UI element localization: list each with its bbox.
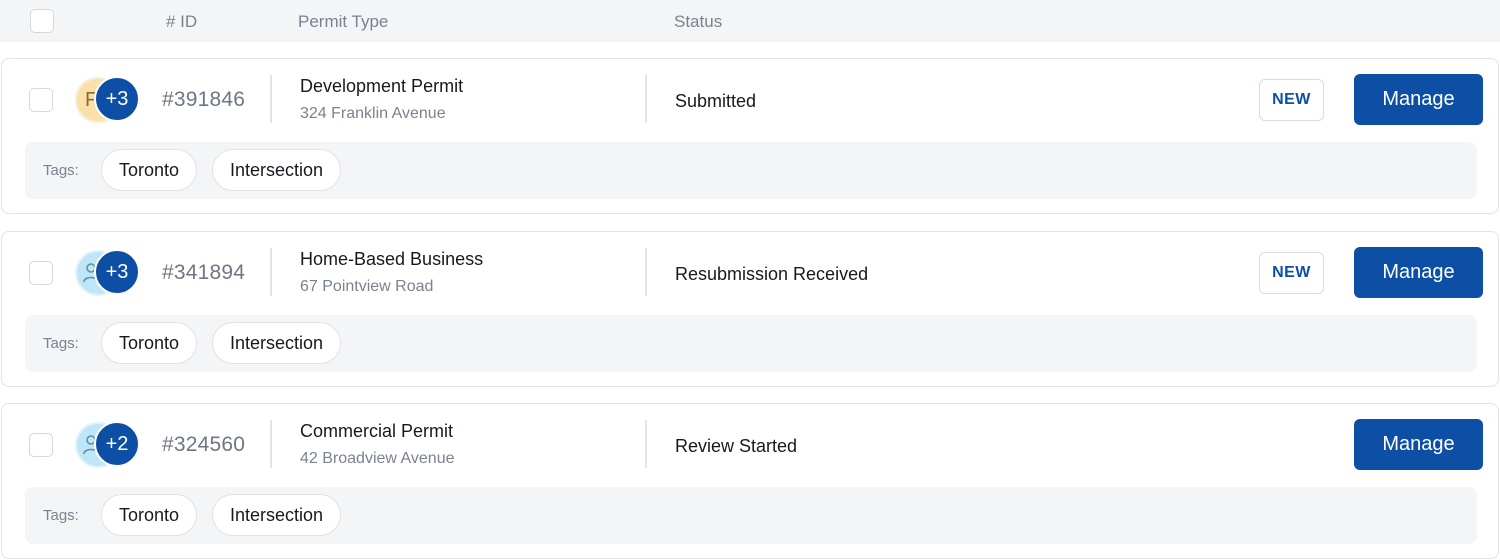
permit-status: Submitted [675, 91, 757, 111]
permit-row: +2 #324560 Commercial Permit 42 Broadvie… [1, 403, 1499, 559]
column-header-id[interactable]: # ID [166, 12, 197, 32]
assignee-count-badge[interactable]: +3 [94, 76, 140, 122]
tags-bar: Tags: Toronto Intersection [25, 487, 1477, 544]
row-checkbox[interactable] [29, 261, 53, 285]
permit-id: #324560 [162, 433, 246, 456]
divider [645, 75, 647, 123]
permit-row: +3 #341894 Home-Based Business 67 Pointv… [1, 231, 1499, 387]
permit-address: 67 Pointview Road [300, 278, 434, 295]
assignee-count-badge[interactable]: +2 [94, 421, 140, 467]
tag-chip[interactable]: Toronto [101, 494, 198, 536]
permit-address: 42 Broadview Avenue [300, 450, 455, 467]
permit-row: F +3 #391846 Development Permit 324 Fran… [1, 58, 1499, 214]
tag-chip[interactable]: Intersection [212, 494, 342, 536]
table-header: # ID Permit Type Status [0, 0, 1500, 42]
permit-id: #341894 [162, 261, 246, 284]
tags-bar: Tags: Toronto Intersection [25, 315, 1477, 372]
tag-chip[interactable]: Intersection [212, 149, 342, 191]
row-checkbox[interactable] [29, 88, 53, 112]
tags-label: Tags: [43, 335, 79, 352]
tags-label: Tags: [43, 162, 79, 179]
manage-button[interactable]: Manage [1354, 419, 1483, 470]
divider [270, 248, 272, 296]
column-header-permit-type[interactable]: Permit Type [298, 12, 388, 32]
row-checkbox[interactable] [29, 433, 53, 457]
tags-bar: Tags: Toronto Intersection [25, 142, 1477, 199]
select-all-checkbox[interactable] [30, 9, 54, 33]
divider [645, 420, 647, 468]
new-badge: NEW [1259, 252, 1324, 294]
permit-type: Home-Based Business [300, 249, 484, 269]
permit-id: #391846 [162, 88, 246, 111]
tag-chip[interactable]: Toronto [101, 149, 198, 191]
divider [270, 75, 272, 123]
tag-chip[interactable]: Toronto [101, 322, 198, 364]
permit-status: Review Started [675, 436, 798, 456]
tags-label: Tags: [43, 507, 79, 524]
permit-type: Commercial Permit [300, 421, 454, 441]
manage-button[interactable]: Manage [1354, 74, 1483, 125]
permit-address: 324 Franklin Avenue [300, 105, 446, 122]
divider [270, 420, 272, 468]
assignee-count-badge[interactable]: +3 [94, 249, 140, 295]
column-header-status[interactable]: Status [674, 12, 722, 32]
new-badge: NEW [1259, 79, 1324, 121]
divider [645, 248, 647, 296]
permit-type: Development Permit [300, 76, 464, 96]
manage-button[interactable]: Manage [1354, 247, 1483, 298]
permit-status: Resubmission Received [675, 264, 869, 284]
tag-chip[interactable]: Intersection [212, 322, 342, 364]
